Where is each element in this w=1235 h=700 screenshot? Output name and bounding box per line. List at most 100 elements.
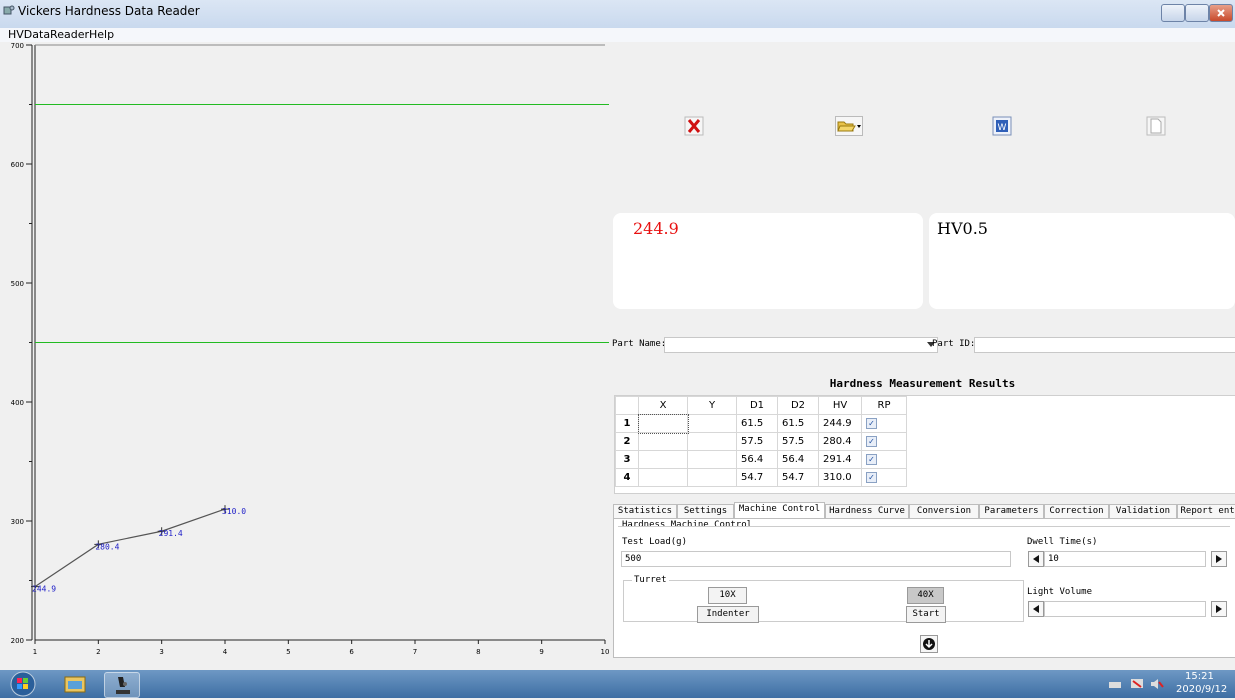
clock-date[interactable]: 2020/9/12: [1176, 684, 1227, 695]
cell-d2[interactable]: 61.5: [777, 414, 819, 433]
close-button[interactable]: [1209, 4, 1233, 22]
cell-d2[interactable]: 57.5: [777, 432, 819, 451]
cell-d2[interactable]: 54.7: [777, 468, 819, 487]
cell-d2[interactable]: 56.4: [777, 450, 819, 469]
y-tick-label: 700: [11, 42, 24, 50]
dwell-increase-button[interactable]: [1211, 551, 1227, 567]
rp-checkbox[interactable]: ✓: [866, 436, 877, 447]
clock-time[interactable]: 15:21: [1185, 671, 1214, 682]
row-number: 1: [615, 414, 639, 433]
blank-document-icon: [1146, 116, 1166, 136]
test-load-input[interactable]: 500: [621, 551, 1011, 567]
tab-correction[interactable]: Correction: [1044, 504, 1109, 518]
maximize-button[interactable]: [1185, 4, 1209, 22]
part-id-field[interactable]: [974, 337, 1235, 353]
cell-d1[interactable]: 54.7: [736, 468, 778, 487]
cell-x[interactable]: [638, 432, 688, 451]
data-label: 244.9: [32, 585, 56, 594]
cell-x[interactable]: [638, 468, 688, 487]
cell-y[interactable]: [687, 468, 737, 487]
cell-d1[interactable]: 57.5: [736, 432, 778, 451]
part-name-combobox[interactable]: [664, 337, 938, 353]
light-decrease-button[interactable]: [1028, 601, 1044, 617]
close-icon: [1217, 9, 1225, 17]
delete-button[interactable]: [684, 116, 704, 136]
row-number: 4: [615, 468, 639, 487]
tab-report-entry[interactable]: Report entry: [1177, 504, 1235, 518]
taskbar-hvdatareader[interactable]: [104, 672, 140, 698]
start-menu-button[interactable]: [8, 671, 38, 697]
machine-control-panel: Hardness Machine Control Test Load(g) 50…: [613, 518, 1235, 658]
y-tick-label: 500: [11, 280, 24, 288]
minimize-button[interactable]: [1161, 4, 1185, 22]
x-tick-label: 4: [223, 648, 228, 656]
data-label: 291.4: [159, 529, 183, 538]
tab-validation[interactable]: Validation: [1109, 504, 1177, 518]
tab-settings[interactable]: Settings: [677, 504, 734, 518]
rp-checkbox[interactable]: ✓: [866, 472, 877, 483]
column-header[interactable]: D2: [777, 396, 819, 415]
rp-checkbox[interactable]: ✓: [866, 418, 877, 429]
cell-hv[interactable]: 310.0: [818, 468, 862, 487]
column-header[interactable]: RP: [861, 396, 907, 415]
lens-40x-button[interactable]: 40X: [907, 587, 944, 604]
new-document-button[interactable]: [1146, 116, 1166, 136]
tray-monitor-icon[interactable]: [1130, 678, 1144, 690]
start-button[interactable]: Start: [906, 606, 946, 623]
tab-machine-control[interactable]: Machine Control: [734, 502, 825, 519]
rp-checkbox[interactable]: ✓: [866, 454, 877, 465]
menu-help[interactable]: Help: [89, 28, 114, 41]
column-header[interactable]: HV: [818, 396, 862, 415]
down-button[interactable]: [920, 635, 938, 653]
cell-rp: ✓: [861, 432, 907, 451]
column-header[interactable]: X: [638, 396, 688, 415]
cell-rp: ✓: [861, 450, 907, 469]
table-row[interactable]: 1 61.5 61.5 244.9 ✓: [615, 413, 907, 434]
word-export-icon: W: [992, 116, 1012, 136]
turret-group: Turret 10X 40X Indenter Start: [623, 575, 1024, 623]
arrow-down-circle-icon: [923, 638, 935, 650]
dwell-time-input[interactable]: 10: [1044, 551, 1206, 567]
dwell-decrease-button[interactable]: [1028, 551, 1044, 567]
dwell-time-label: Dwell Time(s): [1027, 537, 1098, 547]
cell-hv[interactable]: 244.9: [818, 414, 862, 433]
row-number: 2: [615, 432, 639, 451]
cell-hv[interactable]: 280.4: [818, 432, 862, 451]
corner-cell: [615, 396, 639, 415]
table-row[interactable]: 2 57.5 57.5 280.4 ✓: [615, 432, 907, 451]
light-increase-button[interactable]: [1211, 601, 1227, 617]
taskbar-explorer[interactable]: [58, 672, 92, 696]
tab-parameters[interactable]: Parameters: [979, 504, 1044, 518]
lens-10x-button[interactable]: 10X: [708, 587, 747, 604]
menu-hvdatareader[interactable]: HVDataReader: [8, 28, 89, 41]
cell-x[interactable]: [637, 413, 689, 434]
cell-y[interactable]: [687, 432, 737, 451]
tray-volume-icon[interactable]: [1150, 678, 1164, 690]
cell-d1[interactable]: 61.5: [736, 414, 778, 433]
column-header[interactable]: Y: [687, 396, 737, 415]
y-tick-label: 600: [11, 161, 24, 169]
tab-hardness-curve[interactable]: Hardness Curve: [825, 504, 909, 518]
cell-d1[interactable]: 56.4: [736, 450, 778, 469]
indenter-button[interactable]: Indenter: [697, 606, 759, 623]
table-row[interactable]: 4 54.7 54.7 310.0 ✓: [615, 468, 907, 487]
tray-network-icon[interactable]: [1108, 678, 1122, 690]
cell-y[interactable]: [687, 414, 737, 433]
tab-conversion[interactable]: Conversion: [909, 504, 979, 518]
light-volume-slider[interactable]: [1044, 601, 1206, 617]
export-word-button[interactable]: W: [992, 116, 1012, 136]
column-header[interactable]: D1: [736, 396, 778, 415]
cell-y[interactable]: [687, 450, 737, 469]
cell-rp: ✓: [861, 414, 907, 433]
arrow-right-icon: [1216, 605, 1222, 613]
tab-bar: Statistics Settings Machine Control Hardnes…: [613, 502, 1235, 519]
table-row[interactable]: 3 56.4 56.4 291.4 ✓: [615, 450, 907, 469]
window-title: Vickers Hardness Data Reader: [18, 4, 200, 18]
folder-icon: [64, 676, 86, 693]
cell-hv[interactable]: 291.4: [818, 450, 862, 469]
open-button[interactable]: [835, 116, 863, 136]
tab-statistics[interactable]: Statistics: [613, 504, 677, 518]
cell-x[interactable]: [638, 450, 688, 469]
x-tick-label: 5: [286, 648, 290, 656]
y-tick-label: 200: [11, 637, 24, 645]
